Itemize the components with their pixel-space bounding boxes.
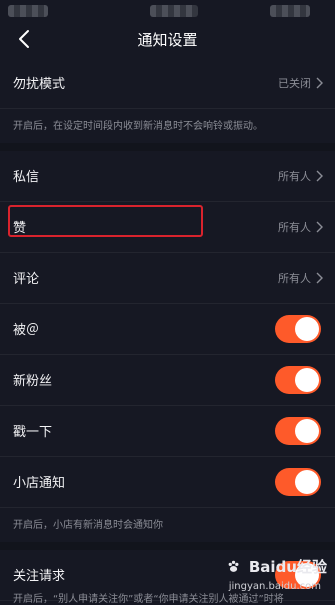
settings-list: 勿扰模式 已关闭 开启后，在设定时间段内收到新消息时不会响铃或振动。 私信 所有… bbox=[0, 58, 335, 601]
row-label: 评论 bbox=[13, 272, 40, 287]
comments-row[interactable]: 评论 所有人 bbox=[0, 253, 335, 304]
chevron-right-icon bbox=[316, 77, 323, 89]
blurred-status-left bbox=[8, 5, 48, 17]
navigation-bar: 通知设置 bbox=[0, 22, 335, 58]
row-value: 所有人 bbox=[278, 272, 311, 285]
row-label: 戳一下 bbox=[13, 425, 53, 440]
new-followers-toggle[interactable] bbox=[275, 366, 321, 394]
dnd-row[interactable]: 勿扰模式 已关闭 bbox=[0, 58, 335, 109]
poke-toggle[interactable] bbox=[275, 417, 321, 445]
section-divider bbox=[0, 143, 335, 151]
blurred-status-center bbox=[150, 5, 198, 17]
follow-hint: 开启后，“别人申请关注你”或者“你申请关注别人被通过”时将 bbox=[13, 594, 284, 605]
toggle-knob bbox=[295, 368, 319, 392]
row-label: 新粉丝 bbox=[13, 374, 53, 389]
toggle-knob bbox=[295, 470, 319, 494]
watermark-brand: Baidu经验 bbox=[248, 558, 327, 576]
mentions-toggle[interactable] bbox=[275, 315, 321, 343]
blurred-status-right bbox=[270, 5, 310, 17]
shop-hint: 开启后，小店有新消息时会通知你 bbox=[0, 508, 335, 542]
row-label: 被＠ bbox=[13, 323, 40, 338]
shop-notification-toggle[interactable] bbox=[275, 468, 321, 496]
mentions-row: 被＠ bbox=[0, 304, 335, 355]
row-label: 私信 bbox=[13, 170, 40, 185]
row-label: 关注请求 bbox=[13, 569, 66, 584]
new-followers-row: 新粉丝 bbox=[0, 355, 335, 406]
dnd-value: 已关闭 bbox=[278, 77, 311, 90]
row-value: 所有人 bbox=[278, 170, 311, 183]
chevron-right-icon bbox=[316, 272, 323, 284]
poke-row: 戳一下 bbox=[0, 406, 335, 457]
highlight-box bbox=[8, 205, 203, 237]
page-title: 通知设置 bbox=[137, 31, 198, 49]
toggle-knob bbox=[295, 419, 319, 443]
shop-notification-row: 小店通知 bbox=[0, 457, 335, 508]
row-label: 小店通知 bbox=[13, 476, 66, 491]
dnd-label: 勿扰模式 bbox=[13, 77, 66, 92]
toggle-knob bbox=[295, 317, 319, 341]
section-divider bbox=[0, 542, 335, 550]
dnd-hint: 开启后，在设定时间段内收到新消息时不会响铃或振动。 bbox=[0, 109, 335, 143]
watermark-url: jingyan.baidu.com bbox=[228, 581, 321, 592]
row-value: 所有人 bbox=[278, 221, 311, 234]
chevron-right-icon bbox=[316, 170, 323, 182]
private-message-row[interactable]: 私信 所有人 bbox=[0, 151, 335, 202]
status-bar bbox=[0, 0, 335, 22]
chevron-right-icon bbox=[316, 221, 323, 233]
